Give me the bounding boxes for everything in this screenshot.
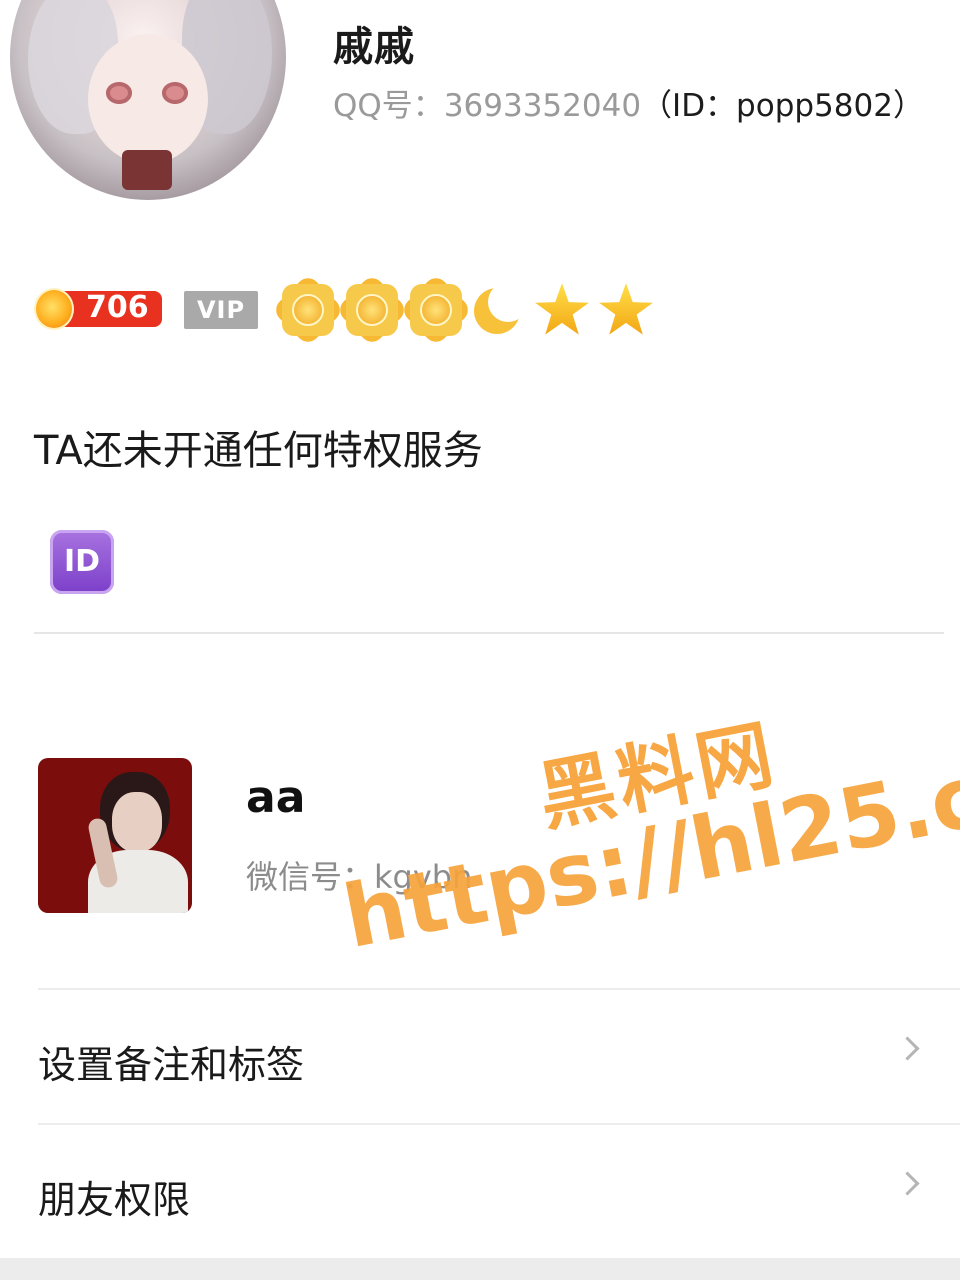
vip-badge[interactable]: VIP [184,291,258,329]
qq-nickname: 戚戚 [333,24,415,70]
set-remark-and-tags-row[interactable]: 设置备注和标签 [38,990,960,1123]
qq-avatar[interactable] [10,0,286,200]
coin-count: 706 [86,290,149,325]
coin-icon [34,288,74,330]
sun-icon [271,273,345,347]
qq-id-text: （ID：popp5802） [641,88,924,124]
qq-number-line: QQ号：3693352040（ID：popp5802） [333,80,924,125]
coin-badge[interactable]: 706 [34,288,162,330]
privilege-text: TA还未开通任何特权服务 [34,428,483,474]
moon-icon [470,282,528,338]
chevron-right-icon [895,1171,920,1196]
sun-icon [399,273,473,347]
divider [34,632,944,634]
id-badge-label: ID [63,544,101,579]
chevron-right-icon [895,1036,920,1061]
id-badge-icon[interactable]: ID [50,530,114,594]
wechat-name: aa [246,772,306,823]
set-remark-and-tags-label: 设置备注和标签 [38,1043,305,1087]
star-icon [598,282,654,338]
qq-number-label: QQ号： [333,88,444,124]
bottom-bar [0,1258,960,1280]
wechat-avatar[interactable] [38,758,192,913]
sun-icon [335,273,409,347]
friend-permissions-row[interactable]: 朋友权限 [38,1125,960,1258]
friend-permissions-label: 朋友权限 [38,1178,191,1222]
star-icon [534,282,590,338]
qq-number: 3693352040 [443,88,642,124]
